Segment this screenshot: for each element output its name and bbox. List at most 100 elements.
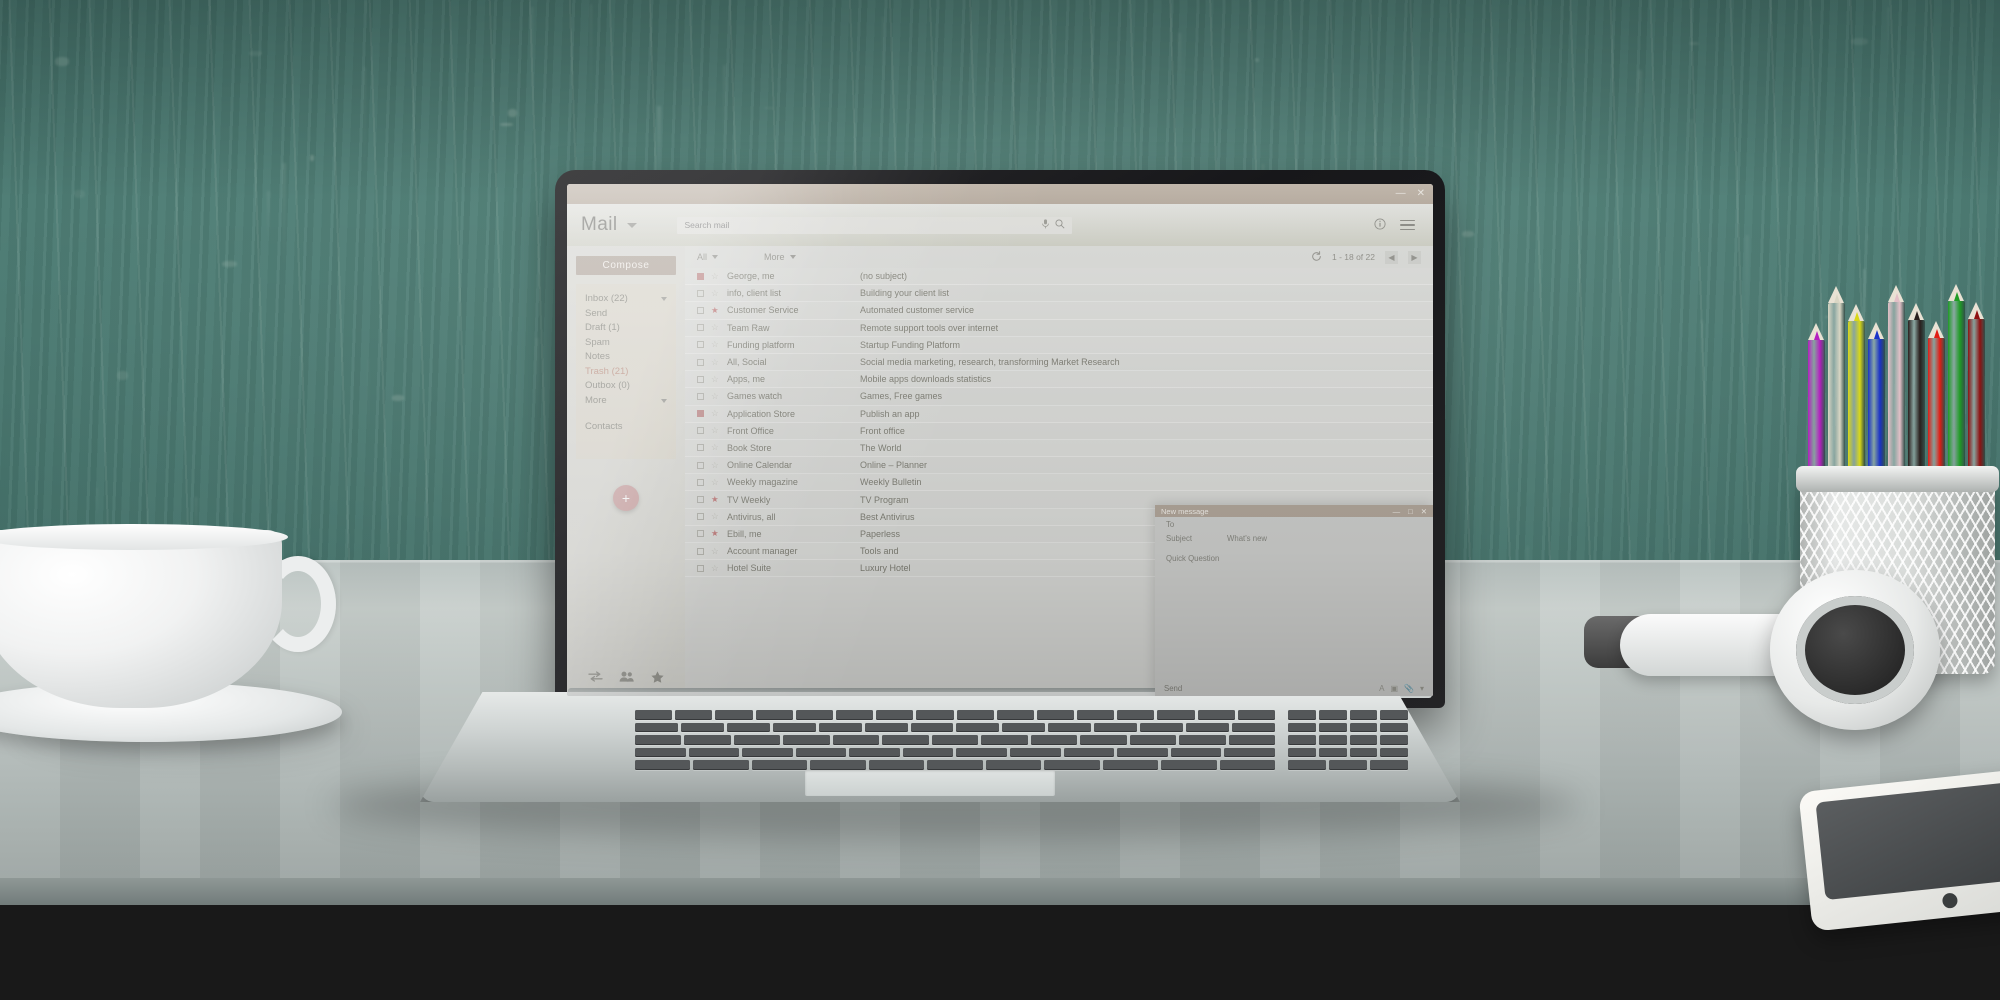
keyboard-key[interactable] <box>635 723 678 733</box>
keyboard-key[interactable] <box>635 760 690 770</box>
keyboard-key[interactable] <box>956 723 999 733</box>
keyboard-key[interactable] <box>1140 723 1183 733</box>
keyboard-key[interactable] <box>911 723 954 733</box>
keyboard-key[interactable] <box>836 710 873 720</box>
star-icon[interactable]: ☆ <box>711 460 720 471</box>
email-row[interactable]: ☆ Team Raw Remote support tools over inter… <box>685 320 1433 337</box>
keyboard-key[interactable] <box>1048 723 1091 733</box>
numpad-key[interactable] <box>1319 710 1347 720</box>
more-options-icon[interactable]: ▾ <box>1420 684 1424 693</box>
email-checkbox[interactable] <box>697 324 704 331</box>
email-checkbox[interactable] <box>697 393 704 400</box>
email-row[interactable]: ☆ Book Store The World <box>685 440 1433 457</box>
previous-page-button[interactable]: ◀ <box>1385 251 1398 264</box>
keyboard-key[interactable] <box>981 735 1027 745</box>
numpad-key[interactable] <box>1288 760 1326 770</box>
keyboard-key[interactable] <box>734 735 780 745</box>
keyboard-key[interactable] <box>1232 723 1275 733</box>
email-checkbox[interactable] <box>697 513 704 520</box>
star-icon[interactable]: ★ <box>711 528 720 539</box>
keyboard-key[interactable] <box>1220 760 1275 770</box>
more-dropdown[interactable]: More <box>764 252 796 262</box>
select-all-dropdown[interactable]: All <box>697 252 718 262</box>
star-icon[interactable]: ☆ <box>711 322 720 333</box>
keyboard-key[interactable] <box>865 723 908 733</box>
keyboard-key[interactable] <box>1037 710 1074 720</box>
hamburger-menu-icon[interactable] <box>1400 217 1415 234</box>
microphone-icon[interactable] <box>1042 219 1049 232</box>
keyboard-key[interactable] <box>1002 723 1045 733</box>
email-row[interactable]: ★ Customer Service Automated customer serv… <box>685 302 1433 319</box>
insert-image-icon[interactable]: ▣ <box>1390 684 1398 693</box>
keyboard-key[interactable] <box>675 710 712 720</box>
compose-close-button[interactable]: ✕ <box>1421 507 1427 516</box>
numpad-key[interactable] <box>1288 723 1316 733</box>
keyboard-key[interactable] <box>681 723 724 733</box>
keyboard-key[interactable] <box>1103 760 1158 770</box>
keyboard-key[interactable] <box>997 710 1034 720</box>
star-icon[interactable]: ☆ <box>711 339 720 350</box>
chevron-down-icon[interactable] <box>661 399 667 403</box>
star-icon[interactable]: ★ <box>711 494 720 505</box>
trackpad[interactable] <box>805 770 1055 796</box>
info-icon[interactable] <box>1374 218 1386 233</box>
keyboard-key[interactable] <box>689 748 740 758</box>
sidebar-folder-outbox-0[interactable]: Outbox (0) <box>585 379 667 394</box>
compose-to-row[interactable]: To <box>1155 517 1433 531</box>
compose-button[interactable]: Compose <box>576 256 676 275</box>
sidebar-folder-spam[interactable]: Spam <box>585 336 667 351</box>
keyboard-key[interactable] <box>796 748 847 758</box>
keyboard-key[interactable] <box>693 760 748 770</box>
email-checkbox[interactable] <box>697 530 704 537</box>
email-row[interactable]: ☆ Funding platform Startup Funding Platfor… <box>685 337 1433 354</box>
star-icon[interactable]: ☆ <box>711 425 720 436</box>
keyboard-key[interactable] <box>957 710 994 720</box>
keyboard-key[interactable] <box>1186 723 1229 733</box>
keyboard-key[interactable] <box>1044 760 1099 770</box>
numpad-key[interactable] <box>1380 710 1408 720</box>
email-checkbox[interactable] <box>697 410 704 417</box>
keyboard-key[interactable] <box>932 735 978 745</box>
keyboard-key[interactable] <box>916 710 953 720</box>
numpad-key[interactable] <box>1380 735 1408 745</box>
numpad-key[interactable] <box>1350 735 1378 745</box>
keyboard-key[interactable] <box>635 710 672 720</box>
email-checkbox[interactable] <box>697 565 704 572</box>
keyboard-key[interactable] <box>1010 748 1061 758</box>
numpad-key[interactable] <box>1350 710 1378 720</box>
star-icon[interactable]: ☆ <box>711 408 720 419</box>
format-text-icon[interactable]: A <box>1379 684 1384 693</box>
email-checkbox[interactable] <box>697 496 704 503</box>
email-checkbox[interactable] <box>697 462 704 469</box>
search-icon[interactable] <box>1055 219 1065 232</box>
keyboard-key[interactable] <box>1117 710 1154 720</box>
keyboard-key[interactable] <box>1198 710 1235 720</box>
email-checkbox[interactable] <box>697 427 704 434</box>
keyboard[interactable] <box>635 710 1275 762</box>
numpad-key[interactable] <box>1288 735 1316 745</box>
sidebar-folder-send[interactable]: Send <box>585 307 667 322</box>
next-page-button[interactable]: ▶ <box>1408 251 1421 264</box>
numpad-key[interactable] <box>1288 710 1316 720</box>
chevron-down-icon[interactable] <box>627 223 637 228</box>
keyboard-key[interactable] <box>684 735 730 745</box>
email-checkbox[interactable] <box>697 290 704 297</box>
starred-icon[interactable] <box>651 671 664 686</box>
email-row[interactable]: ☆ Application Store Publish an app <box>685 406 1433 423</box>
star-icon[interactable]: ☆ <box>711 357 720 368</box>
sidebar-folder-trash-21[interactable]: Trash (21) <box>585 365 667 380</box>
transfer-arrows-icon[interactable] <box>588 671 603 686</box>
email-checkbox[interactable] <box>697 548 704 555</box>
keyboard-key[interactable] <box>1130 735 1176 745</box>
add-fab-button[interactable]: + <box>613 485 639 511</box>
keyboard-key[interactable] <box>752 760 807 770</box>
numpad-key[interactable] <box>1380 748 1408 758</box>
numeric-keypad[interactable] <box>1288 710 1408 762</box>
star-icon[interactable]: ☆ <box>711 546 720 557</box>
star-icon[interactable]: ☆ <box>711 271 720 282</box>
sidebar-folder-more[interactable]: More <box>585 394 667 409</box>
keyboard-key[interactable] <box>903 748 954 758</box>
keyboard-key[interactable] <box>849 748 900 758</box>
keyboard-key[interactable] <box>1064 748 1115 758</box>
chevron-down-icon[interactable] <box>661 297 667 301</box>
